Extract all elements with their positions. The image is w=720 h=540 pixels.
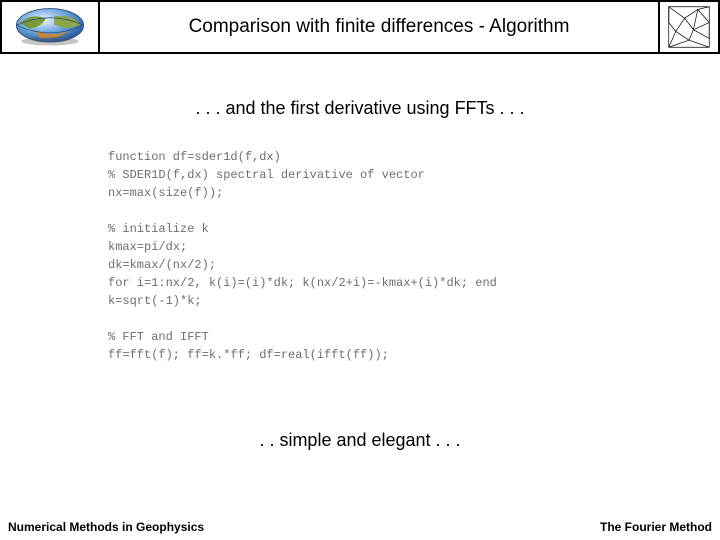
footer-right: The Fourier Method: [600, 520, 712, 534]
slide: Comparison with finite differences - Alg…: [0, 0, 720, 540]
mesh-cell: [658, 2, 718, 52]
mesh-icon: [664, 5, 714, 49]
code-line: % SDER1D(f,dx) spectral derivative of ve…: [108, 166, 628, 184]
closing-text: . . simple and elegant . . .: [0, 430, 720, 451]
code-line: k=sqrt(-1)*k;: [108, 292, 628, 310]
footer: Numerical Methods in Geophysics The Four…: [8, 520, 712, 534]
code-blank: [108, 310, 628, 328]
code-line: function df=sder1d(f,dx): [108, 148, 628, 166]
subtitle: . . . and the first derivative using FFT…: [0, 98, 720, 119]
globe-logo-icon: [7, 6, 93, 48]
logo-cell: [2, 2, 100, 52]
code-blank: [108, 202, 628, 220]
code-line: % initialize k: [108, 220, 628, 238]
header-bar: Comparison with finite differences - Alg…: [0, 0, 720, 54]
code-line: for i=1:nx/2, k(i)=(i)*dk; k(nx/2+i)=-km…: [108, 274, 628, 292]
slide-title: Comparison with finite differences - Alg…: [189, 16, 570, 38]
code-line: % FFT and IFFT: [108, 328, 628, 346]
footer-left: Numerical Methods in Geophysics: [8, 520, 204, 534]
title-cell: Comparison with finite differences - Alg…: [100, 2, 658, 52]
code-line: kmax=pi/dx;: [108, 238, 628, 256]
code-block: function df=sder1d(f,dx) % SDER1D(f,dx) …: [108, 148, 628, 364]
code-line: ff=fft(f); ff=k.*ff; df=real(ifft(ff));: [108, 346, 628, 364]
code-line: dk=kmax/(nx/2);: [108, 256, 628, 274]
code-line: nx=max(size(f));: [108, 184, 628, 202]
